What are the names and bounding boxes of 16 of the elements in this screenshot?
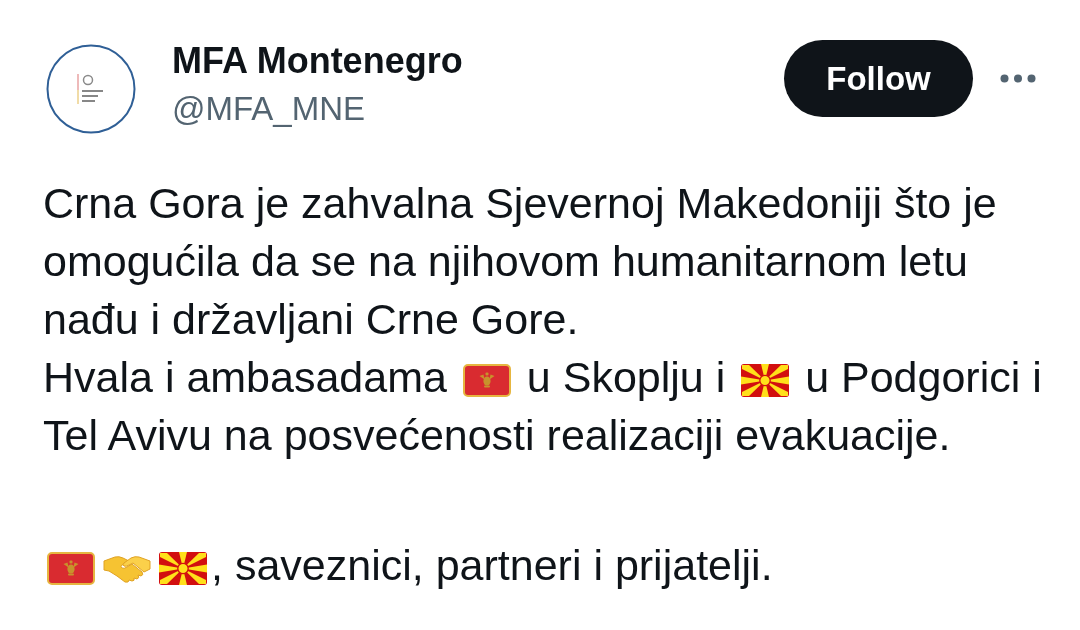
flag-icon [462,364,511,397]
post-text: , saveznici, partneri i prijatelji. [211,541,773,589]
post-text: u Podgorici i [805,353,1042,401]
account-name[interactable]: MFA Montenegro [172,40,463,82]
post-text: Tel Avivu na posvećenosti realizaciji evakuacije. [43,411,951,459]
sun-flag-icon [741,364,790,397]
post-text: Hvala i ambasadama [43,353,447,401]
flag-icon [47,552,95,585]
sun-flag-icon [159,552,207,585]
avatar-logo[interactable] [46,44,136,134]
more-button[interactable] [1000,74,1036,83]
account-handle[interactable]: @MFA_MNE [172,88,463,130]
more-icon [1000,74,1036,83]
post-text: Crna Gora je zahvalna Sjevernoj Makedoniji što je omogućila da se na njihovom humanitarnom letu nađu i državljani Crne Gore. [43,179,997,343]
post-text: u Skoplju i [526,353,726,401]
follow-button[interactable]: Follow [784,40,973,117]
